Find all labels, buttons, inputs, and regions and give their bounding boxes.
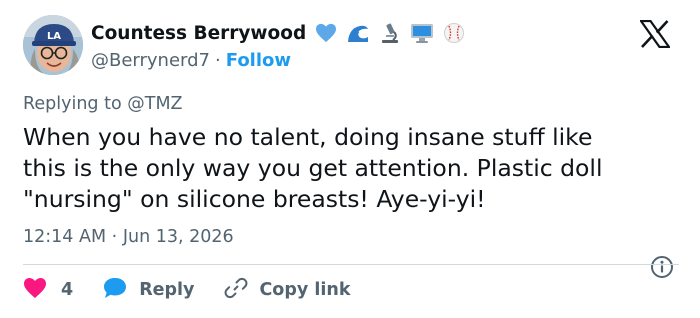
separator-dot: · [111,227,118,247]
reply-mention-link[interactable]: @TMZ [127,94,182,114]
tweet-timestamp[interactable]: 12:14 AM · Jun 13, 2026 [23,227,234,247]
reply-button[interactable]: Reply [102,276,194,305]
wave-icon [346,22,370,44]
tweet-text-line: When you have no talent, doing insane st… [23,123,593,151]
copy-link-button[interactable]: Copy link [224,276,350,305]
action-bar: 4 Reply Copy link [23,276,350,304]
follow-button[interactable]: Follow [226,50,291,71]
reply-context-prefix: Replying to [23,94,122,114]
tweet-date: Jun 13, 2026 [122,227,234,247]
like-button[interactable]: 4 [23,277,73,304]
tweet-text-line: "nursing" on silicone breasts! Aye-yi-yi… [23,185,486,213]
tweet-time: 12:14 AM [23,227,107,247]
svg-text:LA: LA [47,31,61,42]
reply-context: Replying to @TMZ [23,94,183,114]
author-display-name[interactable]: Countess Berrywood [91,23,306,44]
avatar[interactable]: LA [23,15,83,75]
link-icon [224,276,248,305]
blue-heart-icon [315,23,337,43]
author-handle[interactable]: @Berrynerd7 [91,50,210,71]
like-count: 4 [61,280,74,300]
copy-link-label: Copy link [259,280,351,300]
author-name-row: Countess Berrywood [91,20,465,46]
heart-icon [23,277,47,304]
info-icon[interactable] [650,255,674,279]
tweet-text: When you have no talent, doing insane st… [23,122,683,215]
baseball-icon [443,22,465,44]
speech-bubble-icon [102,276,128,305]
reply-label: Reply [139,280,195,300]
tweet-text-line: this is the only way you get attention. … [23,154,603,182]
computer-icon [410,22,434,44]
microscope-icon [379,22,401,44]
separator-dot: · [215,49,221,71]
divider [23,264,679,265]
x-logo-icon[interactable] [638,19,672,49]
author-handle-row: @Berrynerd7 · Follow [91,48,291,72]
